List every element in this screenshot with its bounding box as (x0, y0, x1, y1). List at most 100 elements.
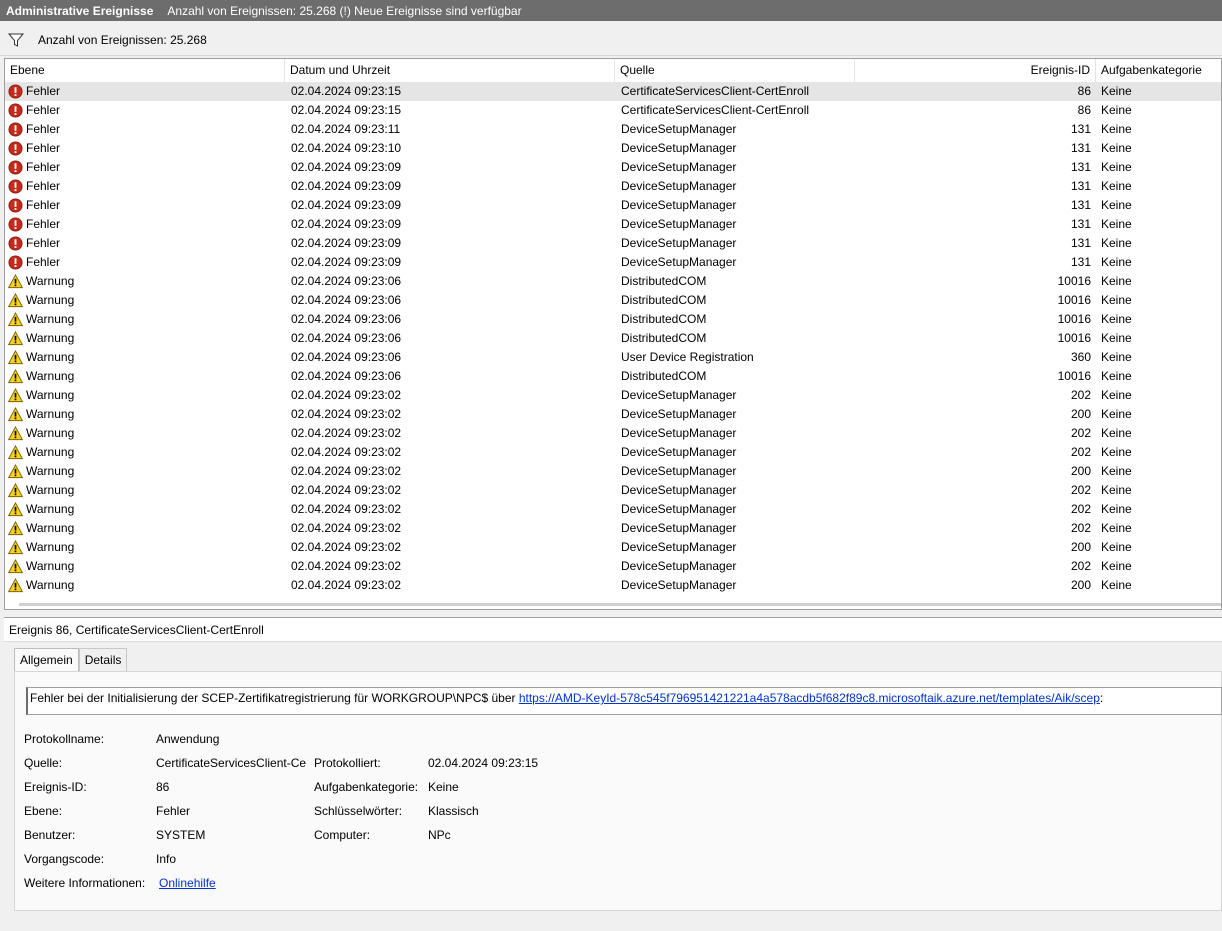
event-row[interactable]: Warnung 02.04.2024 09:23:02 DeviceSetupMan… (5, 481, 1221, 500)
event-date: 02.04.2024 09:23:02 (291, 578, 402, 592)
column-ereignis-id[interactable]: Ereignis-ID (855, 59, 1096, 82)
event-level-text: Warnung (26, 293, 75, 307)
event-id: 360 (1070, 350, 1091, 364)
event-row[interactable]: Warnung 02.04.2024 09:23:06 DistributedCOM… (5, 329, 1221, 348)
event-level: Warnung (8, 424, 284, 443)
event-row[interactable]: Warnung 02.04.2024 09:23:02 DeviceSetupMan… (5, 519, 1221, 538)
view-title: Administrative Ereignisse (6, 3, 154, 18)
event-level-text: Warnung (26, 483, 75, 497)
event-id: 200 (1070, 407, 1091, 421)
event-row[interactable]: Warnung 02.04.2024 09:23:02 DeviceSetupMan… (5, 405, 1221, 424)
event-row[interactable]: Fehler 02.04.2024 09:23:11 DeviceSetupMana… (5, 120, 1221, 139)
event-category: Keine (1101, 350, 1132, 364)
event-row[interactable]: Warnung 02.04.2024 09:23:06 DistributedCOM… (5, 291, 1221, 310)
column-header: Ebene Datum und Uhrzeit Quelle Ereignis-… (5, 59, 1221, 82)
warning-icon (8, 540, 23, 555)
event-row[interactable]: Fehler 02.04.2024 09:23:09 DeviceSetupMana… (5, 215, 1221, 234)
event-row[interactable]: Fehler 02.04.2024 09:23:15 CertificateServ… (5, 101, 1221, 120)
event-row[interactable]: Fehler 02.04.2024 09:23:09 DeviceSetupMana… (5, 234, 1221, 253)
horizontal-scrollbar[interactable] (19, 603, 1221, 606)
event-level-text: Fehler (26, 141, 61, 155)
event-source: DistributedCOM (621, 312, 707, 326)
error-icon (8, 141, 23, 156)
event-row[interactable]: Warnung 02.04.2024 09:23:02 DeviceSetupMan… (5, 462, 1221, 481)
event-category: Keine (1101, 559, 1132, 573)
event-row[interactable]: Warnung 02.04.2024 09:23:02 DeviceSetupMan… (5, 538, 1221, 557)
error-icon (8, 84, 23, 99)
event-id: 202 (1070, 483, 1091, 497)
column-datum[interactable]: Datum und Uhrzeit (285, 59, 615, 82)
event-row[interactable]: Warnung 02.04.2024 09:23:02 DeviceSetupMan… (5, 386, 1221, 405)
error-icon (8, 122, 23, 137)
tab-allgemein[interactable]: Allgemein (14, 648, 79, 673)
event-id: 131 (1070, 255, 1091, 269)
event-date: 02.04.2024 09:23:06 (291, 369, 402, 383)
event-level: Warnung (8, 291, 284, 310)
event-id: 131 (1070, 141, 1091, 155)
event-row[interactable]: Fehler 02.04.2024 09:23:09 DeviceSetupMana… (5, 196, 1221, 215)
column-ebene[interactable]: Ebene (5, 59, 285, 82)
event-date: 02.04.2024 09:23:09 (291, 236, 402, 250)
event-date: 02.04.2024 09:23:02 (291, 483, 402, 497)
value-protokollname: Anwendung (156, 732, 220, 746)
event-row[interactable]: Warnung 02.04.2024 09:23:02 DeviceSetupMan… (5, 443, 1221, 462)
event-row[interactable]: Fehler 02.04.2024 09:23:09 DeviceSetupMana… (5, 158, 1221, 177)
event-source: DistributedCOM (621, 274, 707, 288)
event-message[interactable]: Fehler bei der Initialisierung der SCEP-… (26, 687, 1222, 715)
event-row[interactable]: Fehler 02.04.2024 09:23:09 DeviceSetupMana… (5, 177, 1221, 196)
event-row[interactable]: Warnung 02.04.2024 09:23:06 DistributedCOM… (5, 310, 1221, 329)
event-row[interactable]: Warnung 02.04.2024 09:23:06 DistributedCOM… (5, 367, 1221, 386)
event-date: 02.04.2024 09:23:02 (291, 445, 402, 459)
event-row[interactable]: Fehler 02.04.2024 09:23:09 DeviceSetupMana… (5, 253, 1221, 272)
event-source: DeviceSetupManager (621, 122, 737, 136)
event-source: DistributedCOM (621, 369, 707, 383)
event-date: 02.04.2024 09:23:02 (291, 540, 402, 554)
event-row[interactable]: Warnung 02.04.2024 09:23:02 DeviceSetupMan… (5, 424, 1221, 443)
warning-icon (8, 388, 23, 403)
event-row[interactable]: Warnung 02.04.2024 09:23:06 User Device Re… (5, 348, 1221, 367)
event-date: 02.04.2024 09:23:09 (291, 160, 402, 174)
event-row[interactable]: Warnung 02.04.2024 09:23:02 DeviceSetupMan… (5, 557, 1221, 576)
value-aufgabenkategorie: Keine (428, 780, 459, 794)
value-computer: NPc (428, 828, 451, 842)
event-source: DeviceSetupManager (621, 464, 737, 478)
event-category: Keine (1101, 141, 1132, 155)
event-category: Keine (1101, 293, 1132, 307)
event-date: 02.04.2024 09:23:15 (291, 103, 402, 117)
onlinehilfe-link[interactable]: Onlinehilfe (159, 876, 216, 890)
column-quelle[interactable]: Quelle (615, 59, 855, 82)
column-aufgabenkategorie[interactable]: Aufgabenkategorie (1096, 59, 1221, 82)
event-level-text: Warnung (26, 312, 75, 326)
event-level-text: Warnung (26, 578, 75, 592)
event-date: 02.04.2024 09:23:06 (291, 293, 402, 307)
event-level-text: Fehler (26, 217, 61, 231)
event-row[interactable]: Warnung 02.04.2024 09:23:02 DeviceSetupMan… (5, 500, 1221, 519)
title-bar: Administrative Ereignisse Anzahl von Ere… (0, 0, 1222, 21)
event-row[interactable]: Warnung 02.04.2024 09:23:06 DistributedCOM… (5, 272, 1221, 291)
event-date: 02.04.2024 09:23:09 (291, 198, 402, 212)
event-row[interactable]: Fehler 02.04.2024 09:23:15 CertificateServ… (5, 82, 1221, 101)
tab-details[interactable]: Details (78, 648, 128, 672)
event-date: 02.04.2024 09:23:10 (291, 141, 402, 155)
event-date: 02.04.2024 09:23:11 (291, 122, 401, 136)
event-id: 10016 (1057, 331, 1091, 345)
warning-icon (8, 274, 23, 289)
event-date: 02.04.2024 09:23:15 (291, 84, 402, 98)
filter-icon[interactable] (8, 32, 24, 48)
event-row[interactable]: Warnung 02.04.2024 09:23:02 DeviceSetupMan… (5, 576, 1221, 595)
error-icon (8, 179, 23, 194)
event-source: DeviceSetupManager (621, 160, 737, 174)
event-rows: Fehler 02.04.2024 09:23:15 CertificateServ… (5, 82, 1221, 595)
event-level: Warnung (8, 310, 284, 329)
event-level: Fehler (8, 101, 284, 120)
event-level-text: Warnung (26, 426, 75, 440)
error-icon (8, 198, 23, 213)
event-list[interactable]: Ebene Datum und Uhrzeit Quelle Ereignis-… (4, 58, 1222, 610)
event-date: 02.04.2024 09:23:09 (291, 217, 402, 231)
event-level-text: Warnung (26, 502, 75, 516)
warning-icon (8, 483, 23, 498)
message-link[interactable]: https://AMD-KeyId-578c545f796951421221a4… (519, 691, 1100, 705)
event-row[interactable]: Fehler 02.04.2024 09:23:10 DeviceSetupMana… (5, 139, 1221, 158)
event-id: 202 (1070, 426, 1091, 440)
event-id: 131 (1070, 198, 1091, 212)
